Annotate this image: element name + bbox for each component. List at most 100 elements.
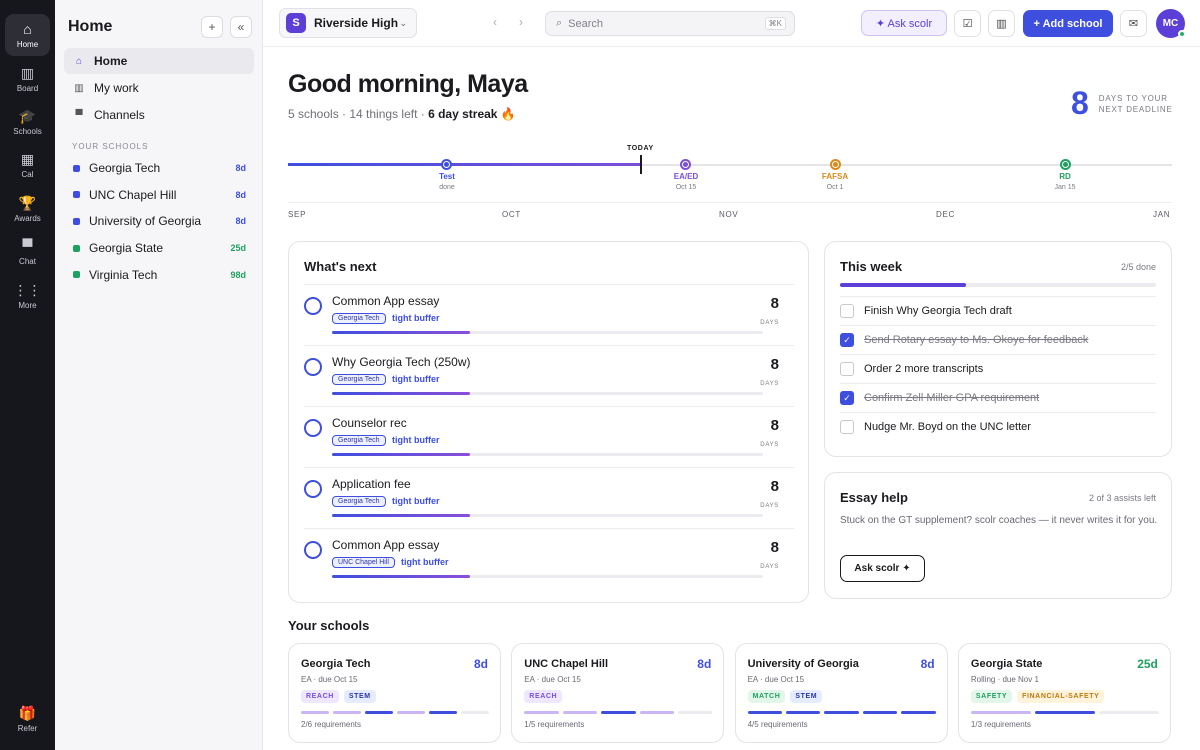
school-card[interactable]: UNC Chapel Hill 8d EA · due Oct 15 REACH… — [511, 643, 725, 743]
school-pill: STEM — [790, 690, 823, 703]
school-card-days: 8d — [920, 657, 935, 671]
school-days: 98d — [230, 269, 246, 280]
sidebar-school-item[interactable]: UNC Chapel Hill 8d — [64, 183, 254, 207]
add-school-button[interactable]: + Add school — [1023, 10, 1113, 37]
requirement-segment — [365, 711, 393, 714]
rail-more-label: More — [18, 300, 37, 310]
complete-circle-icon[interactable] — [304, 541, 322, 559]
month-label: JAN — [1153, 210, 1171, 219]
school-card-days: 25d — [1137, 657, 1158, 671]
rail-awards[interactable]: 🏆 Awards — [5, 188, 50, 230]
school-pills: MATCH STEM — [747, 690, 823, 703]
rail-refer-label: Refer — [17, 723, 38, 733]
sidebar-item-my-work[interactable]: ▥ My work — [64, 75, 254, 101]
checked-checkbox[interactable]: ✓ — [840, 391, 854, 405]
sidebar-item-home[interactable]: ⌂ Home — [64, 48, 254, 74]
collapse-sidebar-button[interactable]: « — [230, 16, 252, 38]
section-label: YOUR SCHOOLS — [72, 142, 149, 151]
buffer-label: tight buffer — [392, 435, 440, 445]
rail-cal[interactable]: ▦ Cal — [5, 144, 50, 186]
complete-circle-icon[interactable] — [304, 358, 322, 376]
milestone-ea-ed[interactable] — [680, 159, 691, 170]
checkbox[interactable] — [840, 362, 854, 376]
next-item-row[interactable]: Application fee Georgia Tech tight buffe… — [304, 467, 794, 528]
workspace-switcher[interactable]: S Riverside High ⌄ — [279, 8, 417, 38]
milestone-sub: Jan 15 — [1054, 184, 1076, 191]
school-card-meta: EA · due Oct 15 — [747, 675, 805, 684]
rail-schools[interactable]: 🎓 Schools — [5, 101, 50, 143]
checkbox[interactable] — [840, 420, 854, 434]
days-unit: DAYS — [760, 320, 779, 326]
checked-checkbox[interactable]: ✓ — [840, 333, 854, 347]
home-icon: ⌂ — [23, 20, 32, 37]
school-card[interactable]: University of Georgia 8d EA · due Oct 15… — [734, 643, 948, 743]
school-tag: Georgia Tech — [332, 374, 386, 385]
milestone-label: EA/ED — [673, 172, 699, 181]
milestone-test[interactable] — [441, 159, 452, 170]
rail-refer[interactable]: 🎁 Refer — [5, 698, 50, 740]
deadline-label-line1: DAYS TO YOUR — [1098, 93, 1168, 103]
sidebar-school-item[interactable]: Georgia Tech 8d — [64, 156, 254, 180]
inbox-icon[interactable]: ✉ — [1120, 10, 1147, 37]
search-input[interactable]: ⌕ Search ⌘K — [545, 11, 795, 36]
next-item-row[interactable]: Common App essay UNC Chapel Hill tight b… — [304, 528, 794, 589]
rail-home[interactable]: ⌂ Home — [5, 14, 50, 56]
ask-scolr-button[interactable]: ✦ Ask scolr — [861, 10, 947, 36]
buffer-label: tight buffer — [392, 313, 440, 323]
rail-awards-label: Awards — [14, 213, 41, 223]
school-pill: REACH — [524, 690, 563, 703]
trophy-icon: 🏆 — [18, 194, 37, 211]
complete-circle-icon[interactable] — [304, 480, 322, 498]
task-row[interactable]: Nudge Mr. Boyd on the UNC letter — [840, 412, 1156, 441]
sidebar-item-channels[interactable]: ▀ Channels — [64, 102, 254, 128]
essay-help-card: Essay help 2 of 3 assists left Stuck on … — [824, 472, 1172, 599]
week-progress-bar — [840, 283, 1156, 287]
rail-board[interactable]: ▥ Board — [5, 58, 50, 100]
school-pills: SAFETY FINANCIAL-SAFETY — [970, 690, 1105, 703]
school-card[interactable]: Georgia Tech 8d EA · due Oct 15 REACH STE… — [288, 643, 501, 743]
task-row[interactable]: Order 2 more transcripts — [840, 354, 1156, 383]
school-pills: REACH — [524, 690, 563, 703]
chevron-down-icon: ⌄ — [399, 17, 407, 28]
school-card-name: UNC Chapel Hill — [524, 658, 609, 670]
rail-more[interactable]: ⋮⋮ More — [5, 275, 50, 317]
days-unit: DAYS — [760, 381, 779, 387]
task-row[interactable]: Finish Why Georgia Tech draft — [840, 296, 1156, 325]
requirement-segment — [397, 711, 425, 714]
rail-chat[interactable]: ▀ Chat — [5, 231, 50, 273]
today-marker — [640, 155, 642, 174]
school-card-requirements: 2/6 requirements — [301, 720, 362, 729]
next-item-row[interactable]: Why Georgia Tech (250w) Georgia Tech tig… — [304, 345, 794, 406]
checkbox[interactable] — [840, 304, 854, 318]
school-color-dot — [73, 271, 80, 279]
sidebar-school-item[interactable]: Virginia Tech 98d — [64, 263, 254, 287]
sidebar-school-item[interactable]: University of Georgia 8d — [64, 209, 254, 233]
next-item-progress — [332, 331, 763, 334]
checklist-icon[interactable]: ☑ — [954, 10, 981, 37]
school-card-meta: EA · due Oct 15 — [301, 675, 358, 684]
forward-arrow-icon[interactable]: › — [519, 15, 523, 29]
milestone-fafsa[interactable] — [830, 159, 841, 170]
chat-icon: ▀ — [22, 237, 33, 254]
back-arrow-icon[interactable]: ‹ — [493, 15, 497, 29]
complete-circle-icon[interactable] — [304, 297, 322, 315]
next-item-row[interactable]: Counselor rec Georgia Tech tight buffer … — [304, 406, 794, 467]
task-row[interactable]: ✓ Send Rotary essay to Ms. Okoye for feed… — [840, 325, 1156, 354]
milestone-rd[interactable] — [1060, 159, 1071, 170]
next-item-row[interactable]: Common App essay Georgia Tech tight buff… — [304, 284, 794, 345]
buffer-label: tight buffer — [392, 374, 440, 384]
complete-circle-icon[interactable] — [304, 419, 322, 437]
milestone-label: FAFSA — [821, 172, 849, 181]
school-card-requirements: 1/5 requirements — [524, 720, 585, 729]
requirement-segment — [301, 711, 329, 714]
task-row[interactable]: ✓ Confirm Zell Miller GPA requirement — [840, 383, 1156, 412]
school-pills: REACH STEM — [301, 690, 376, 703]
add-button[interactable]: + — [201, 16, 223, 38]
next-item-progress — [332, 392, 763, 395]
ask-scolr-help-button[interactable]: Ask scolr ✦ — [840, 555, 925, 582]
chart-icon[interactable]: ▥ — [988, 10, 1015, 37]
school-card[interactable]: Georgia State 25d Rolling · due Nov 1 SA… — [957, 643, 1171, 743]
sidebar-school-item[interactable]: Georgia State 25d — [64, 236, 254, 260]
requirement-segment — [901, 711, 936, 714]
avatar[interactable]: MC — [1156, 9, 1186, 38]
